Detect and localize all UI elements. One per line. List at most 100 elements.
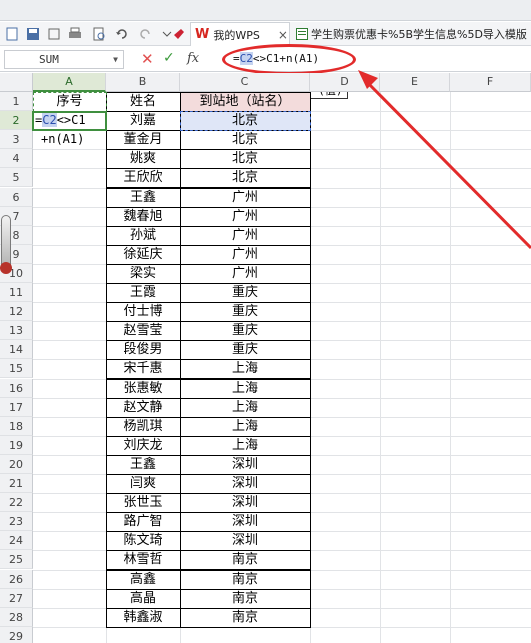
name-cell[interactable]: 姚爽 (106, 149, 180, 168)
name-cell[interactable]: 魏春旭 (106, 207, 180, 226)
row-header[interactable]: 28 (0, 607, 33, 627)
station-cell[interactable]: 上海 (180, 359, 310, 378)
station-cell[interactable]: 重庆 (180, 321, 310, 340)
row-header[interactable]: 13 (0, 321, 33, 341)
row-header[interactable]: 19 (0, 435, 33, 455)
column-header-b[interactable]: B (106, 73, 180, 92)
column-header-e[interactable]: E (380, 73, 450, 92)
column-header-c[interactable]: C (180, 73, 310, 92)
name-cell[interactable]: 杨凯琪 (106, 417, 180, 436)
row-header[interactable]: 1 (0, 92, 33, 112)
tab-my-wps[interactable]: W 我的WPS × (190, 22, 290, 46)
name-cell[interactable]: 王霞 (106, 283, 180, 302)
station-cell[interactable]: 广州 (180, 245, 310, 264)
confirm-formula-icon[interactable]: ✓ (163, 50, 175, 66)
station-cell[interactable]: 广州 (180, 264, 310, 283)
row-header[interactable]: 3 (0, 130, 33, 150)
row-header[interactable]: 26 (0, 569, 33, 589)
name-cell[interactable]: 孙斌 (106, 226, 180, 245)
name-cell[interactable]: 段俊男 (106, 340, 180, 359)
name-cell[interactable]: 王鑫 (106, 455, 180, 474)
name-cell[interactable]: 张世玉 (106, 493, 180, 512)
cancel-formula-icon[interactable]: ✕ (141, 50, 154, 68)
select-all-corner[interactable] (0, 73, 33, 92)
tab-spreadsheet[interactable]: 学生购票优惠卡%5B学生信息%5D导入模版 (292, 22, 531, 46)
row-header[interactable]: 4 (0, 149, 33, 169)
row-header[interactable]: 5 (0, 168, 33, 188)
row-header[interactable]: 11 (0, 283, 33, 303)
name-cell[interactable]: 董金月 (106, 130, 180, 149)
row-header[interactable]: 23 (0, 512, 33, 532)
station-cell[interactable]: 深圳 (180, 474, 310, 493)
name-cell[interactable]: 陈文琦 (106, 531, 180, 550)
station-cell[interactable]: 南京 (180, 570, 310, 589)
name-cell[interactable]: 刘庆龙 (106, 436, 180, 455)
name-cell[interactable]: 王欣欣 (106, 168, 180, 187)
station-cell[interactable]: 重庆 (180, 340, 310, 359)
row-header[interactable]: 27 (0, 588, 33, 608)
station-cell[interactable]: 南京 (180, 589, 310, 608)
name-cell[interactable]: 高晶 (106, 589, 180, 608)
station-cell[interactable]: 上海 (180, 398, 310, 417)
row-header[interactable]: 22 (0, 493, 33, 513)
row-header[interactable]: 16 (0, 378, 33, 398)
save-icon[interactable] (26, 27, 40, 41)
row-header[interactable]: 29 (0, 626, 33, 643)
station-cell[interactable]: 北京 (180, 149, 310, 168)
name-cell[interactable]: 徐延庆 (106, 245, 180, 264)
station-cell[interactable]: 南京 (180, 550, 310, 569)
station-cell[interactable]: 上海 (180, 436, 310, 455)
station-cell[interactable]: 广州 (180, 188, 310, 207)
close-tab-icon[interactable]: × (278, 28, 288, 42)
row-header[interactable]: 21 (0, 474, 33, 494)
name-cell[interactable]: 闫爽 (106, 474, 180, 493)
row-header[interactable]: 6 (0, 187, 33, 207)
column-header-f[interactable]: F (450, 73, 531, 92)
redo-icon[interactable] (138, 27, 152, 41)
name-cell[interactable]: 赵文静 (106, 398, 180, 417)
insert-function-button[interactable]: fx (187, 51, 199, 66)
row-header[interactable]: 20 (0, 454, 33, 474)
print-icon[interactable] (68, 27, 82, 41)
station-cell[interactable]: 广州 (180, 226, 310, 245)
row-header[interactable]: 14 (0, 340, 33, 360)
row-header[interactable]: 25 (0, 550, 33, 570)
new-file-icon[interactable] (5, 27, 19, 41)
column-header-a[interactable]: A (33, 73, 106, 92)
header-cell-b[interactable]: 姓名 (106, 92, 180, 111)
name-cell[interactable]: 梁实 (106, 264, 180, 283)
row-header[interactable]: 18 (0, 416, 33, 436)
name-box[interactable]: SUM ▼ (4, 50, 124, 69)
station-cell[interactable]: 深圳 (180, 493, 310, 512)
row-header[interactable]: 12 (0, 302, 33, 322)
name-cell[interactable]: 高鑫 (106, 570, 180, 589)
spreadsheet-grid[interactable]: A B C D E F 1 2 3 4 5 6 7 8 9 10 11 12 13 14 15 16 17 18 19 20 21 2… (0, 73, 531, 643)
row-header[interactable]: 24 (0, 531, 33, 551)
station-cell[interactable]: 北京 (180, 130, 310, 149)
name-cell[interactable]: 张惠敏 (106, 379, 180, 398)
row-header[interactable]: 17 (0, 397, 33, 417)
chevron-down-icon[interactable]: ▼ (113, 51, 118, 68)
name-cell[interactable]: 林雪哲 (106, 550, 180, 569)
station-cell[interactable]: 南京 (180, 608, 310, 627)
station-cell[interactable]: 深圳 (180, 512, 310, 531)
pin-icon[interactable] (172, 27, 186, 41)
name-cell[interactable]: 韩鑫淑 (106, 608, 180, 627)
name-cell[interactable]: 宋千惠 (106, 359, 180, 378)
station-cell[interactable]: 重庆 (180, 302, 310, 321)
column-header-d[interactable]: D (310, 73, 380, 92)
row-header[interactable]: 2 (0, 111, 33, 131)
station-cell[interactable]: 广州 (180, 207, 310, 226)
station-cell[interactable]: 深圳 (180, 531, 310, 550)
station-cell[interactable]: 上海 (180, 417, 310, 436)
name-cell[interactable]: 路广智 (106, 512, 180, 531)
header-cell-c[interactable]: 到站地（站名） (180, 92, 310, 111)
export-icon[interactable] (47, 27, 61, 41)
station-cell[interactable]: 重庆 (180, 283, 310, 302)
name-cell[interactable]: 付士博 (106, 302, 180, 321)
name-cell[interactable]: 刘嘉 (106, 111, 180, 130)
print-preview-icon[interactable] (92, 27, 106, 41)
station-cell[interactable]: 上海 (180, 379, 310, 398)
undo-icon[interactable] (115, 27, 129, 41)
station-cell[interactable]: 北京 (180, 168, 310, 187)
